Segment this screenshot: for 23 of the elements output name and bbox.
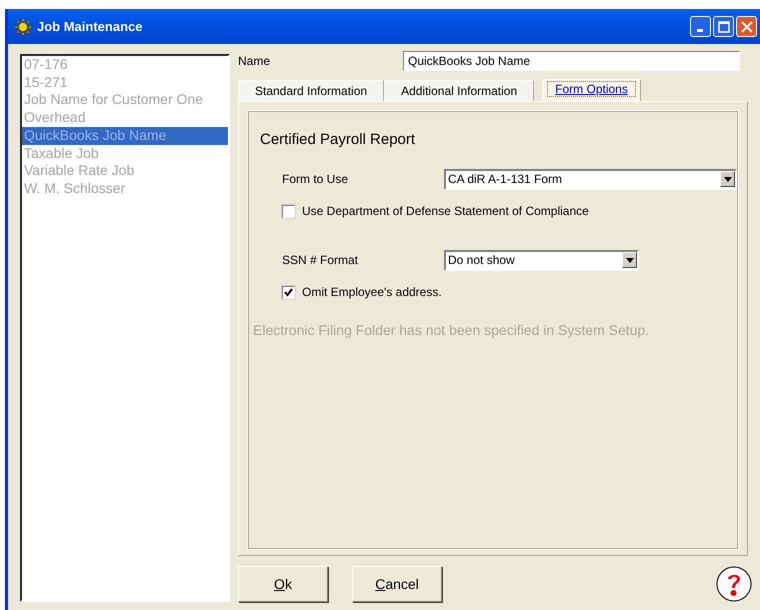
field-label: SSN # Format [282,253,360,267]
maximize-icon[interactable] [713,16,734,37]
dialog-button[interactable]: Ok [238,566,328,602]
sun-icon [14,18,32,36]
dropdown[interactable]: CA diR A-1-131 Form [444,168,737,190]
tab[interactable]: Form Options [542,79,641,101]
info-message: Electronic Filing Folder has not been specified in System Setup. [253,322,650,338]
tab[interactable]: Standard Information [238,80,384,101]
close-icon[interactable] [736,16,757,37]
field-label: Form to Use [282,172,350,186]
checkbox-label[interactable]: Omit Employee's address. [302,285,442,299]
help-icon[interactable] [715,566,753,602]
checkbox[interactable] [282,286,295,298]
section-heading: Certified Payroll Report [260,131,416,148]
minimize-icon[interactable] [690,16,711,37]
name-field[interactable]: QuickBooks Job Name [403,51,740,71]
checkbox-label[interactable]: Use Department of Defense Statement of Compliance [302,204,589,218]
window-title: Job Maintenance [37,19,144,34]
dropdown[interactable]: Do not show [444,250,639,270]
dialog-button[interactable]: Cancel [352,566,442,602]
tab[interactable]: Additional Information [384,80,534,101]
checkbox[interactable] [282,204,295,218]
field-label: Name [238,54,272,68]
